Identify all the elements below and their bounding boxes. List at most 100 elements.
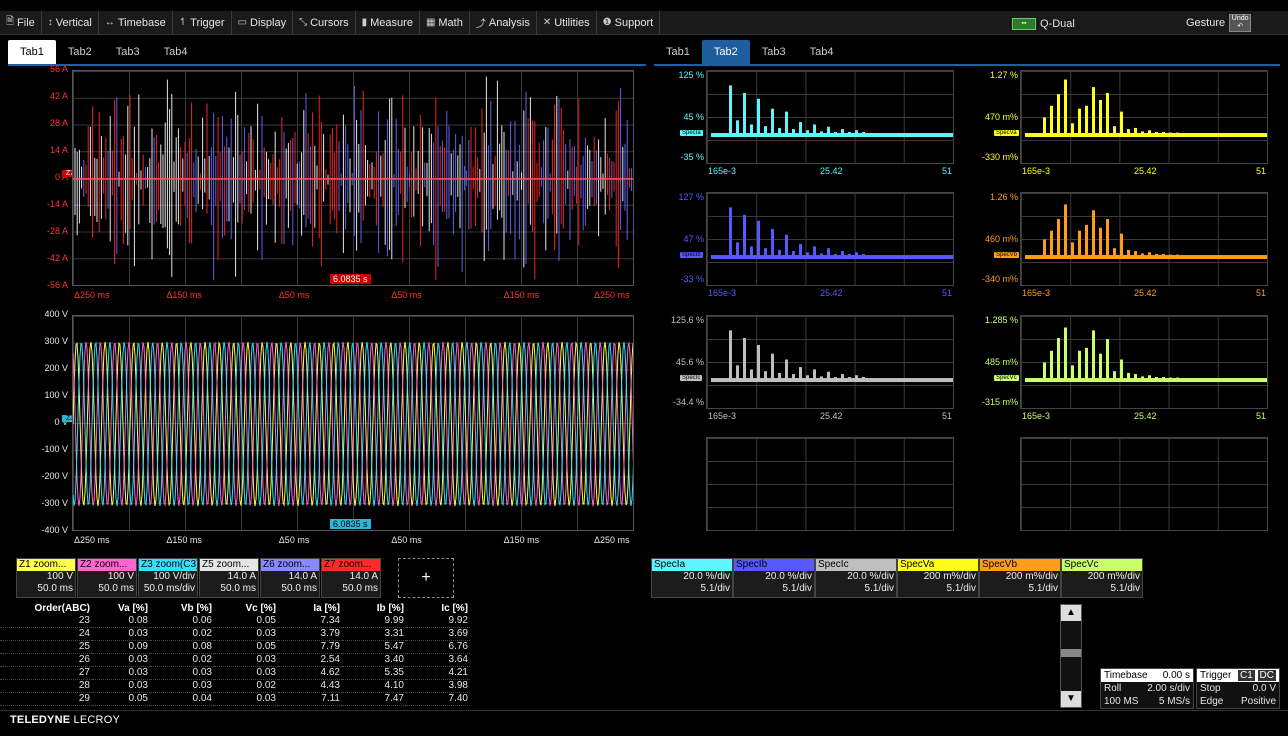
zoom-descriptor-2[interactable]: Z2 zoom... 100 V 50.0 ms	[77, 558, 137, 598]
left_tabs-4[interactable]: Tab4	[152, 40, 200, 64]
specvc-grid[interactable]	[1020, 315, 1268, 409]
left_tabs-2[interactable]: Tab2	[56, 40, 104, 64]
spectrum-x-label: 165e-3	[1022, 288, 1051, 298]
spectrum-descriptor-4[interactable]: SpecVa 200 m%/div 5.1/div	[897, 558, 979, 598]
spectrum-descriptor-2[interactable]: SpecIb 20.0 %/div 5.1/div	[733, 558, 815, 598]
left_tabs-1[interactable]: Tab1	[8, 40, 56, 64]
timebase-icon: ↔	[104, 17, 115, 28]
timebase-box[interactable]: Timebase 0.00 s Roll 2.00 s/div 100 MS 5 MS…	[1100, 668, 1194, 709]
spectrum-bar	[771, 108, 774, 135]
y-tick-label: -14 A	[46, 199, 68, 209]
zoom-descriptor-5[interactable]: Z6 zoom... 14.0 A 50.0 ms	[260, 558, 320, 598]
specic-grid[interactable]	[706, 315, 954, 409]
undo-button[interactable]: Undo ↶	[1229, 14, 1252, 32]
specva-grid[interactable]	[1020, 70, 1268, 164]
table-cell: 25	[0, 640, 92, 654]
specvb-grid[interactable]	[1020, 192, 1268, 286]
menu-utilities[interactable]: ✕ Utilities	[537, 10, 597, 35]
specia-grid[interactable]	[706, 70, 954, 164]
table-row[interactable]: 23 0.08 0.06 0.05 7.34 9.99 9.92	[0, 614, 470, 628]
menu-support[interactable]: ❶ Support	[597, 10, 661, 35]
y-tick-label: 56 A	[49, 64, 68, 74]
descriptor-vscale: 14.0 A	[227, 571, 256, 582]
brand-logo: TELEDYNE LECROY	[10, 714, 120, 726]
menu-label: Math	[438, 16, 463, 29]
spectrum-bar	[1176, 254, 1179, 257]
descriptor-hscale: 5.1/div	[864, 583, 894, 594]
spectrum-trace-chip[interactable]: SpecIa	[680, 129, 703, 136]
spectrum-bar	[1050, 105, 1053, 135]
spectrum-x-label: 25.42	[1134, 288, 1157, 298]
spectrum-descriptor-1[interactable]: SpecIa 20.0 %/div 5.1/div	[651, 558, 733, 598]
scroll-up-icon[interactable]: ▲	[1061, 605, 1081, 621]
current-waveform-grid[interactable]	[72, 70, 634, 286]
descriptor-hscale: 5.1/div	[700, 583, 730, 594]
trigger-box[interactable]: Trigger C1 DC Stop 0.0 V Edge Positive	[1196, 668, 1280, 709]
spectrum-y-label: 125.6 %	[670, 315, 704, 325]
mode-indicator[interactable]: ▪▪ Q-Dual	[1012, 14, 1075, 34]
right_tabs-4[interactable]: Tab4	[798, 40, 846, 64]
support-icon: ❶	[602, 17, 612, 28]
zoom-descriptor-1[interactable]: Z1 zoom... 100 V 50.0 ms	[16, 558, 76, 598]
spectrum-trace-chip[interactable]: SpecVa	[994, 129, 1019, 136]
zoom-descriptor-6[interactable]: Z7 zoom... 14.0 A 50.0 ms	[321, 558, 381, 598]
specib-grid[interactable]	[706, 192, 954, 286]
spectrum-trace-chip[interactable]: SpecVb	[994, 251, 1020, 258]
menu-display[interactable]: ▭ Display	[232, 10, 294, 35]
spectrum-floor	[1025, 133, 1267, 138]
table-scrollbar[interactable]: ▲ ▼	[1060, 604, 1082, 708]
spectrum-descriptor-6[interactable]: SpecVc 200 m%/div 5.1/div	[1061, 558, 1143, 598]
left_tabs-3[interactable]: Tab3	[104, 40, 152, 64]
spectrum-bar	[820, 376, 823, 380]
table-row[interactable]: 29 0.05 0.04 0.03 7.11 7.47 7.40	[0, 692, 470, 706]
spectrum-bar	[1099, 353, 1102, 380]
spectrum-bar	[1155, 132, 1158, 135]
scroll-down-icon[interactable]: ▼	[1061, 691, 1081, 707]
table-row[interactable]: 27 0.03 0.03 0.03 4.62 5.35 4.21	[0, 666, 470, 680]
table-row[interactable]: 28 0.03 0.03 0.02 4.43 4.10 3.98	[0, 679, 470, 693]
table-cell: 0.05	[214, 614, 278, 628]
right_tabs-2[interactable]: Tab2	[701, 40, 750, 64]
spectrum-trace-chip[interactable]: SpecIc	[680, 374, 703, 381]
spectrum-descriptor-5[interactable]: SpecVb 200 m%/div 5.1/div	[979, 558, 1061, 598]
table-row[interactable]: 26 0.03 0.02 0.03 2.54 3.40 3.64	[0, 653, 470, 667]
menu-analysis[interactable]: ⤴ Analysis	[470, 10, 537, 35]
zoom-descriptor-3[interactable]: Z3 zoom(C3) 100 V/div 50.0 ms/div	[138, 558, 198, 598]
right_tabs-1[interactable]: Tab1	[654, 40, 702, 64]
spectrum-bar	[827, 248, 830, 257]
table-row[interactable]: 24 0.03 0.02 0.03 3.79 3.31 3.69	[0, 627, 470, 641]
y-tick-label: -300 V	[41, 498, 68, 508]
table-cell: 26	[0, 653, 92, 667]
scroll-thumb[interactable]	[1061, 649, 1081, 657]
gesture-control[interactable]: Gesture Undo ↶	[1186, 14, 1252, 32]
descriptor-vscale: 100 V	[107, 571, 134, 582]
add-trace-button[interactable]: +	[398, 558, 454, 598]
column-header: Ia [%]	[313, 602, 340, 614]
spectrum-bar	[1085, 224, 1088, 257]
spectrum-trace-chip[interactable]: SpecVc	[994, 374, 1019, 381]
menu-cursors[interactable]: ⤡ Cursors	[293, 10, 356, 35]
empty-grid-right[interactable]	[1020, 437, 1268, 531]
menu-label: Utilities	[554, 16, 590, 29]
right_tabs-3[interactable]: Tab3	[750, 40, 798, 64]
table-cell: 28	[0, 679, 92, 693]
menu-timebase[interactable]: ↔ Timebase	[99, 10, 173, 35]
menu-vertical[interactable]: ↕ Vertical	[42, 10, 99, 35]
descriptor-hscale: 5.1/div	[946, 583, 976, 594]
table-row[interactable]: 25 0.09 0.08 0.05 7.79 5.47 6.76	[0, 640, 470, 654]
menu-file[interactable]: 🗎 File	[0, 10, 42, 35]
menu-measure[interactable]: ▮ Measure	[356, 10, 420, 35]
spectrum-bar	[855, 130, 858, 135]
spectrum-trace-chip[interactable]: SpecIb	[680, 251, 703, 258]
y-tick-label: 100 V	[44, 390, 68, 400]
spectrum-bar	[757, 98, 760, 135]
menu-math[interactable]: ▦ Math	[420, 10, 470, 35]
empty-grid-left[interactable]	[706, 437, 954, 531]
y-tick-label: -100 V	[41, 444, 68, 454]
voltage-waveform-grid[interactable]	[72, 315, 634, 531]
x-tick-label: Δ150 ms	[503, 290, 540, 300]
menu-trigger[interactable]: ↿ Trigger	[173, 10, 232, 35]
table-cell: 0.09	[92, 640, 150, 654]
zoom-descriptor-4[interactable]: Z5 zoom... 14.0 A 50.0 ms	[199, 558, 259, 598]
spectrum-descriptor-3[interactable]: SpecIc 20.0 %/div 5.1/div	[815, 558, 897, 598]
